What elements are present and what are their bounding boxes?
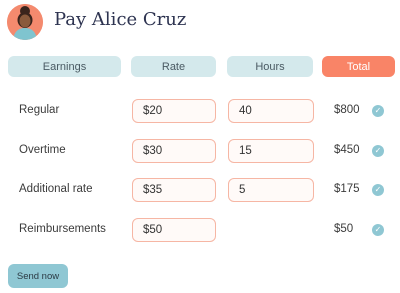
rate-input[interactable] [132, 178, 216, 202]
earnings-row-overtime: Overtime $450 ✓ [0, 139, 400, 163]
row-total: $450 [334, 144, 360, 156]
rate-input[interactable] [132, 99, 216, 123]
row-label: Reimbursements [19, 223, 106, 235]
earnings-row-reimbursements: Reimbursements $50 ✓ [0, 218, 400, 242]
row-label: Regular [19, 104, 60, 116]
row-label: Overtime [19, 144, 66, 156]
avatar [7, 4, 43, 40]
row-total: $800 [334, 104, 360, 116]
check-circle-icon: ✓ [372, 224, 384, 236]
row-label: Additional rate [19, 183, 93, 195]
rate-input[interactable] [132, 139, 216, 163]
check-circle-icon: ✓ [372, 145, 384, 157]
earnings-row-additional-rate: Additional rate $175 ✓ [0, 178, 400, 202]
earnings-row-regular: Regular $800 ✓ [0, 99, 400, 123]
column-header-rate: Rate [131, 56, 216, 77]
check-circle-icon: ✓ [372, 184, 384, 196]
hours-input[interactable] [228, 178, 314, 202]
send-now-button[interactable]: Send now [8, 264, 68, 288]
check-circle-icon: ✓ [372, 105, 384, 117]
column-header-total: Total [322, 56, 395, 77]
column-header-hours: Hours [227, 56, 313, 77]
row-total: $175 [334, 183, 360, 195]
row-total: $50 [334, 223, 354, 235]
page-title: Pay Alice Cruz [54, 9, 187, 30]
avatar-image [7, 4, 43, 40]
rate-input[interactable] [132, 218, 216, 242]
hours-input[interactable] [228, 99, 314, 123]
hours-input[interactable] [228, 139, 314, 163]
column-header-earnings: Earnings [8, 56, 121, 77]
